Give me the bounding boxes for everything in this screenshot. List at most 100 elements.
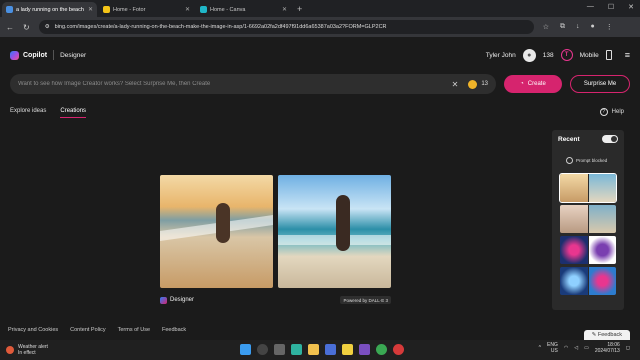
feedback-button[interactable]: ✎ Feedback <box>583 330 630 340</box>
tab-bing-image-creator[interactable]: a lady running on the beach m ✕ <box>2 2 97 17</box>
hamburger-menu-icon[interactable]: ≡ <box>625 50 630 60</box>
header-right: Tyler John ● 138 T Mobile ≡ <box>486 48 630 62</box>
feedback-link[interactable]: Feedback <box>162 327 186 333</box>
recent-thumbnail[interactable] <box>560 205 616 233</box>
designer-brand-label: Designer <box>170 297 195 303</box>
clear-prompt-icon[interactable]: ✕ <box>452 80 459 89</box>
rewards-icon[interactable]: T <box>560 49 573 61</box>
windows-start-icon[interactable] <box>240 344 251 355</box>
tab-canva[interactable]: Home - Canva ✕ <box>196 2 291 17</box>
browser-tab-bar: a lady running on the beach m ✕ Home - F… <box>0 0 640 17</box>
app-icon[interactable] <box>393 344 404 355</box>
copilot-logo[interactable]: Copilot <box>10 50 47 60</box>
create-icon: ◔ <box>520 81 524 87</box>
recent-thumbnail[interactable] <box>560 236 616 264</box>
tab-creations[interactable]: Creations <box>60 108 87 118</box>
recent-toggle[interactable] <box>602 135 618 143</box>
recent-thumbnail[interactable] <box>560 267 616 295</box>
reload-icon[interactable]: ↻ <box>23 23 30 32</box>
boost-count: 13 <box>481 81 488 87</box>
blocked-label: Prompt blocked <box>576 158 608 163</box>
powered-by-badge: Powered by DALL·E 3 <box>340 296 391 304</box>
star-icon[interactable]: ☆ <box>543 23 549 31</box>
recent-thumbnail[interactable] <box>559 173 617 203</box>
create-label: Create <box>527 81 546 87</box>
media-icon[interactable] <box>359 344 370 355</box>
mobile-link[interactable]: Mobile <box>580 52 599 59</box>
designer-icon <box>160 296 167 304</box>
feedback-label: Feedback <box>597 332 622 338</box>
weather-widget[interactable]: Weather alert In effect <box>6 344 48 356</box>
blocked-icon <box>566 157 573 164</box>
recent-header: Recent <box>558 135 618 143</box>
thumb-image <box>560 267 588 295</box>
task-view-icon[interactable] <box>274 344 285 355</box>
sub-nav: Explore ideas Creations <box>10 108 87 118</box>
clock[interactable]: 18:06 2024/07/13 <box>595 342 620 354</box>
window-controls: — ☐ ✕ <box>587 3 634 11</box>
thumb-image <box>560 205 588 233</box>
content-policy-link[interactable]: Content Policy <box>70 327 105 333</box>
notes-icon[interactable] <box>342 344 353 355</box>
footer-links: Privacy and Cookies Content Policy Terms… <box>8 327 186 333</box>
more-options-icon[interactable]: ⋮ <box>606 23 613 31</box>
prompt-row: ✕ 13 ◔ Create Surprise Me <box>10 73 630 95</box>
create-button[interactable]: ◔ Create <box>504 75 562 93</box>
edge-icon[interactable] <box>291 344 302 355</box>
prompt-input[interactable] <box>18 81 448 87</box>
close-tab-icon[interactable]: ✕ <box>282 6 287 13</box>
tab-fotor[interactable]: Home - Fotor ✕ <box>99 2 194 17</box>
help-link[interactable]: ? Help <box>599 108 624 116</box>
tab-title: Home - Fotor <box>113 6 146 13</box>
designer-link[interactable]: Designer <box>60 52 86 59</box>
reward-points[interactable]: 138 <box>543 52 554 59</box>
volume-icon[interactable]: ◁ <box>574 345 578 351</box>
url-field[interactable]: ⚙ bing.com/images/create/a-lady-running-… <box>38 20 534 34</box>
profile-icon[interactable]: ● <box>590 23 594 31</box>
prompt-blocked-item[interactable]: Prompt blocked <box>558 157 618 164</box>
canva-favicon-icon <box>200 6 207 13</box>
close-tab-icon[interactable]: ✕ <box>88 6 93 13</box>
user-name[interactable]: Tyler John <box>486 52 516 59</box>
thumb-image <box>588 267 616 295</box>
privacy-link[interactable]: Privacy and Cookies <box>8 327 58 333</box>
battery-icon[interactable]: ▭ <box>584 345 589 351</box>
downloads-icon[interactable]: ↓ <box>576 23 580 31</box>
boost-coin-icon <box>468 79 478 89</box>
copilot-icon <box>10 50 19 60</box>
close-tab-icon[interactable]: ✕ <box>185 6 190 13</box>
help-icon: ? <box>599 108 608 116</box>
search-icon[interactable] <box>257 344 268 355</box>
maximize-icon[interactable]: ☐ <box>608 3 614 11</box>
generated-image[interactable] <box>160 175 273 288</box>
system-tray: ^ ENG US ◠ ◁ ▭ 18:06 2024/07/13 ◻ <box>539 342 630 354</box>
back-icon[interactable]: ← <box>6 23 14 32</box>
terms-link[interactable]: Terms of Use <box>118 327 150 333</box>
notifications-icon[interactable]: ◻ <box>626 345 630 351</box>
tab-title: a lady running on the beach m <box>16 6 85 13</box>
chrome-icon[interactable] <box>376 344 387 355</box>
boost-counter[interactable]: 13 <box>468 79 488 89</box>
new-tab-button[interactable]: + <box>297 4 302 14</box>
windows-taskbar: Weather alert In effect ^ ENG US ◠ ◁ ▭ 1… <box>0 340 640 360</box>
tray-overflow-icon[interactable]: ^ <box>539 345 541 351</box>
recent-thumbnails <box>558 173 618 295</box>
phone-icon <box>605 50 612 60</box>
address-bar-row: ← ↻ ⚙ bing.com/images/create/a-lady-runn… <box>0 17 640 37</box>
generated-images <box>160 175 391 288</box>
minimize-icon[interactable]: — <box>587 3 594 11</box>
site-info-icon[interactable]: ⚙ <box>45 24 50 30</box>
extensions-icon[interactable]: ⧉ <box>560 23 565 31</box>
recent-panel: Recent Prompt blocked <box>552 130 624 310</box>
close-window-icon[interactable]: ✕ <box>628 3 634 11</box>
wifi-icon[interactable]: ◠ <box>564 345 568 351</box>
runner-figure <box>336 195 350 251</box>
language-indicator[interactable]: ENG US <box>547 342 558 354</box>
surprise-me-button[interactable]: Surprise Me <box>570 75 630 93</box>
generated-image[interactable] <box>278 175 391 288</box>
thumb-image <box>588 205 616 233</box>
store-icon[interactable] <box>325 344 336 355</box>
tab-explore-ideas[interactable]: Explore ideas <box>10 108 46 118</box>
file-explorer-icon[interactable] <box>308 344 319 355</box>
avatar[interactable]: ● <box>522 48 536 62</box>
